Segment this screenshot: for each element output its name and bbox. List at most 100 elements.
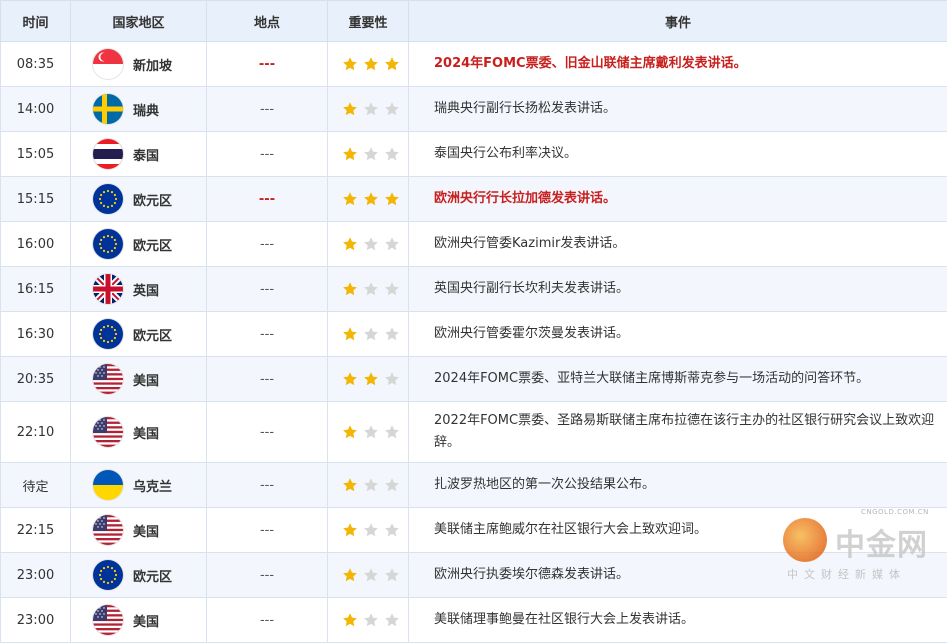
event-place: --- [207,87,328,132]
flag-us-icon [93,605,123,635]
event-place: --- [207,463,328,508]
star-empty-icon [363,424,379,440]
event-description: 欧洲央行管委Kazimir发表讲话。 [409,222,947,267]
table-row: 23:00 美国 --- 美联储理事鲍曼在社区银行大会上发表讲话。 [1,598,947,643]
country-name: 泰国 [133,145,159,164]
header-place: 地点 [207,1,328,42]
importance-stars [328,177,409,222]
country-cell: 英国 [71,267,207,312]
event-place: --- [207,42,328,87]
event-place: --- [207,598,328,643]
table-row: 22:10美国---2022年FOMC票委、圣路易斯联储主席布拉德在该行主办的社… [1,402,947,463]
star-empty-icon [363,612,379,628]
flag-gb-icon [93,274,123,304]
country-name: 美国 [133,611,159,630]
event-time: 16:30 [1,312,71,357]
importance-stars [328,42,409,87]
importance-stars [328,267,409,312]
event-time: 20:35 [1,357,71,402]
country-cell: 美国 [71,402,207,463]
star-filled-icon [342,477,358,493]
event-time: 15:15 [1,177,71,222]
star-filled-icon [342,522,358,538]
table-row: 16:30 欧元区 --- 欧洲央行管委霍尔茨曼发表讲话。 [1,312,947,357]
importance-stars [328,312,409,357]
table-row: 15:05 泰国 --- 泰国央行公布利率决议。 [1,132,947,177]
star-filled-icon [342,146,358,162]
table-row: 15:15欧元区---欧洲央行行长拉加德发表讲话。 [1,177,947,222]
event-time: 待定 [1,463,71,508]
event-description: 英国央行副行长坎利夫发表讲话。 [409,267,947,312]
event-description: 扎波罗热地区的第一次公投结果公布。 [409,463,947,508]
event-time: 23:00 [1,598,71,643]
table-header-row: 时间 国家地区 地点 重要性 事件 [1,1,947,42]
table-row: 16:15英国---英国央行副行长坎利夫发表讲话。 [1,267,947,312]
star-filled-icon [342,326,358,342]
importance-stars [328,508,409,553]
watermark-brand: 中金网 [835,520,928,564]
star-empty-icon [384,236,400,252]
country-cell: 新加坡 [71,42,207,87]
event-time: 22:10 [1,402,71,463]
country-cell: 欧元区 [71,312,207,357]
table-row: 待定 乌克兰 --- 扎波罗热地区的第一次公投结果公布。 [1,463,947,508]
star-empty-icon [384,612,400,628]
country-name: 欧元区 [133,325,172,344]
star-empty-icon [384,326,400,342]
importance-stars [328,598,409,643]
star-filled-icon [363,191,379,207]
event-place: --- [207,312,328,357]
header-importance: 重要性 [328,1,409,42]
event-time: 23:00 [1,553,71,598]
star-empty-icon [363,477,379,493]
event-time: 16:15 [1,267,71,312]
country-name: 英国 [133,280,159,299]
watermark-site: CNGOLD.COM.CN [861,508,929,516]
star-empty-icon [384,424,400,440]
event-description: 欧洲央行管委霍尔茨曼发表讲话。 [409,312,947,357]
country-cell: 美国 [71,598,207,643]
country-name: 乌克兰 [133,476,172,495]
star-empty-icon [363,236,379,252]
country-cell: 泰国 [71,132,207,177]
event-time: 15:05 [1,132,71,177]
country-name: 美国 [133,370,159,389]
country-cell: 瑞典 [71,87,207,132]
flag-us-icon [93,417,123,447]
star-empty-icon [363,522,379,538]
flag-se-icon [93,94,123,124]
header-event: 事件 [409,1,947,42]
flag-eu-icon [93,229,123,259]
country-name: 瑞典 [133,100,159,119]
event-description: 泰国央行公布利率决议。 [409,132,947,177]
star-empty-icon [363,567,379,583]
country-cell: 欧元区 [71,222,207,267]
country-name: 欧元区 [133,235,172,254]
table-row: 20:35 美国 --- 2024年FOMC票委、亚特兰大联储主席博斯蒂克参与一场活动… [1,357,947,402]
star-filled-icon [342,424,358,440]
event-description: 2024年FOMC票委、亚特兰大联储主席博斯蒂克参与一场活动的问答环节。 [409,357,947,402]
flag-eu-icon [93,560,123,590]
importance-stars [328,553,409,598]
star-filled-icon [342,236,358,252]
star-empty-icon [384,146,400,162]
star-empty-icon [384,522,400,538]
event-description: 美联储理事鲍曼在社区银行大会上发表讲话。 [409,598,947,643]
flag-sg-icon [93,49,123,79]
star-filled-icon [384,56,400,72]
star-empty-icon [363,146,379,162]
flag-eu-icon [93,184,123,214]
event-description: 欧洲央行行长拉加德发表讲话。 [409,177,947,222]
star-filled-icon [342,612,358,628]
event-place: --- [207,132,328,177]
star-filled-icon [342,371,358,387]
star-empty-icon [384,567,400,583]
country-cell: 美国 [71,357,207,402]
table-row: 16:00欧元区---欧洲央行管委Kazimir发表讲话。 [1,222,947,267]
country-name: 新加坡 [133,55,172,74]
table-row: 14:00瑞典---瑞典央行副行长扬松发表讲话。 [1,87,947,132]
event-place: --- [207,357,328,402]
star-empty-icon [384,371,400,387]
event-place: --- [207,402,328,463]
star-empty-icon [363,101,379,117]
